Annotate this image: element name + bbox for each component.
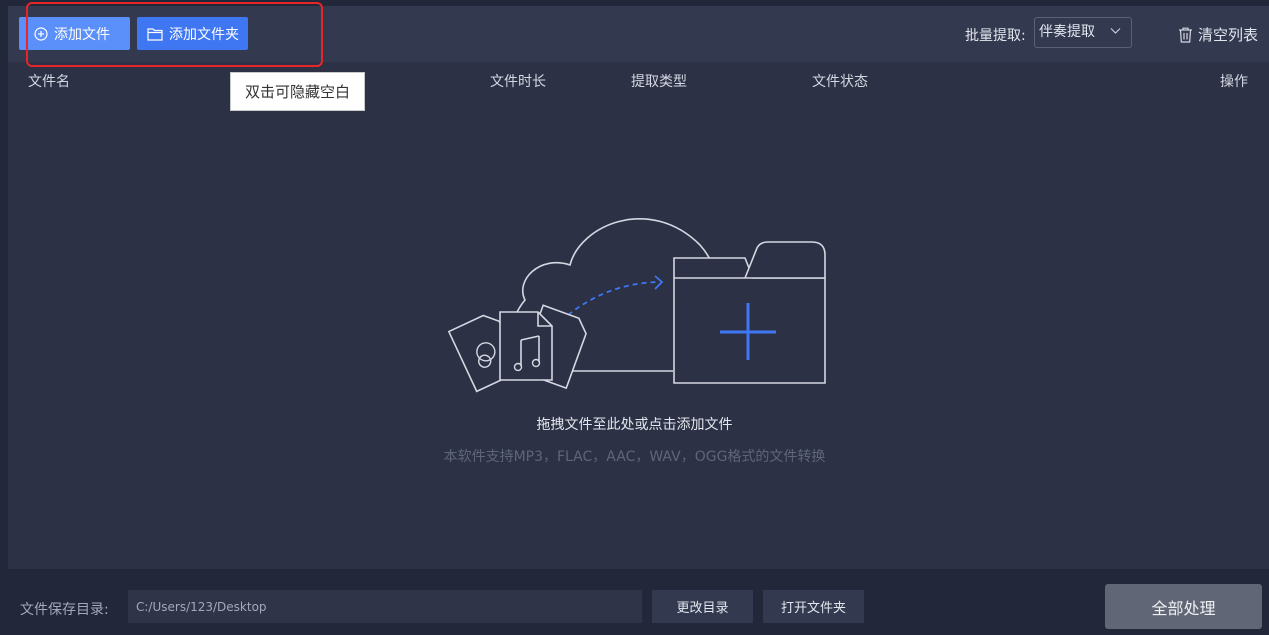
column-header-actions: 操作: [1220, 74, 1248, 90]
dropzone-subtitle: 本软件支持MP3，FLAC，AAC，WAV，OGG格式的文件转换: [443, 449, 826, 465]
folder-icon: [147, 27, 163, 41]
add-folder-label: 添加文件夹: [169, 26, 239, 43]
batch-extract-label: 批量提取:: [965, 28, 1026, 44]
add-file-label: 添加文件: [54, 26, 110, 43]
clear-list-button[interactable]: 清空列表: [1178, 24, 1258, 45]
column-header-duration: 文件时长: [490, 74, 546, 90]
chevron-down-icon: [1110, 28, 1121, 34]
upload-illustration: [447, 218, 826, 393]
plus-circle-icon: [34, 26, 48, 41]
batch-extract-value: 伴奏提取: [1039, 24, 1095, 40]
column-header-extract-type: 提取类型: [631, 74, 687, 90]
toolbar: 添加文件 添加文件夹 批量提取: 伴奏提取 清空列表: [8, 6, 1269, 62]
add-folder-button[interactable]: 添加文件夹: [137, 17, 248, 50]
trash-icon: [1179, 27, 1192, 43]
tooltip: 双击可隐藏空白: [230, 72, 365, 111]
dropzone-area[interactable]: [445, 205, 835, 399]
save-dir-input[interactable]: [128, 590, 642, 623]
save-dir-label: 文件保存目录:: [20, 602, 109, 618]
add-file-button[interactable]: 添加文件: [19, 17, 130, 50]
batch-extract-select[interactable]: 伴奏提取: [1034, 17, 1132, 48]
clear-list-label: 清空列表: [1198, 26, 1259, 44]
dropzone-title: 拖拽文件至此处或点击添加文件: [536, 417, 733, 433]
column-header-status: 文件状态: [812, 74, 868, 90]
process-all-button[interactable]: 全部处理: [1105, 584, 1262, 629]
column-header-filename: 文件名: [28, 74, 70, 90]
change-dir-button[interactable]: 更改目录: [652, 590, 753, 623]
open-folder-button[interactable]: 打开文件夹: [763, 590, 864, 623]
